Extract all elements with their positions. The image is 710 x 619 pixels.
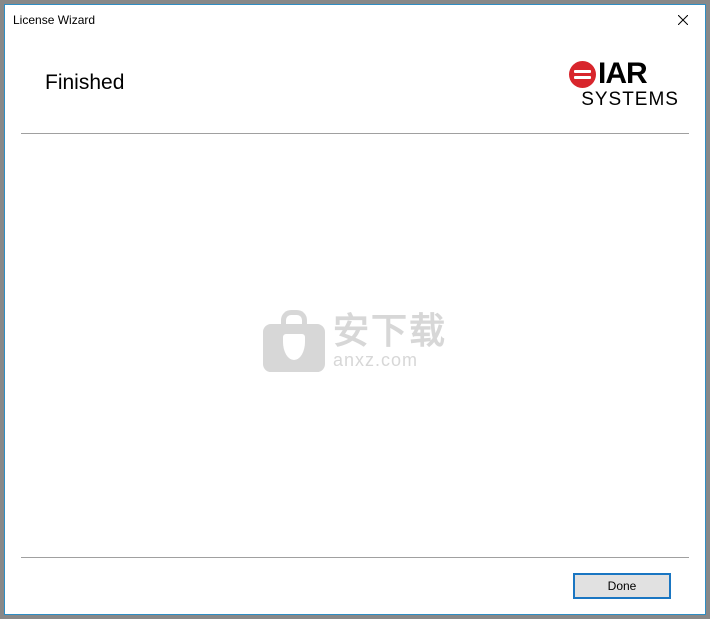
- close-icon: [678, 15, 688, 25]
- logo-dot-icon: [569, 61, 596, 88]
- titlebar: License Wizard: [5, 5, 705, 35]
- logo-text-systems: SYSTEMS: [569, 90, 679, 109]
- close-button[interactable]: [660, 5, 705, 35]
- window-title: License Wizard: [13, 13, 95, 27]
- done-button[interactable]: Done: [573, 573, 671, 599]
- watermark-cn: 安下载: [333, 313, 447, 349]
- watermark: 安下载 anxz.com: [263, 310, 447, 372]
- logo-top-row: IAR: [569, 59, 679, 89]
- watermark-bag-icon: [263, 310, 325, 372]
- iar-logo: IAR SYSTEMS: [569, 59, 679, 109]
- license-wizard-window: License Wizard Finished IAR SYSTEMS: [4, 4, 706, 615]
- logo-text-iar: IAR: [598, 59, 647, 89]
- watermark-text: 安下载 anxz.com: [333, 313, 447, 369]
- header-area: Finished IAR SYSTEMS: [5, 35, 705, 133]
- footer: Done: [5, 558, 705, 614]
- watermark-en: anxz.com: [333, 351, 447, 369]
- content-area: 安下载 anxz.com: [5, 134, 705, 557]
